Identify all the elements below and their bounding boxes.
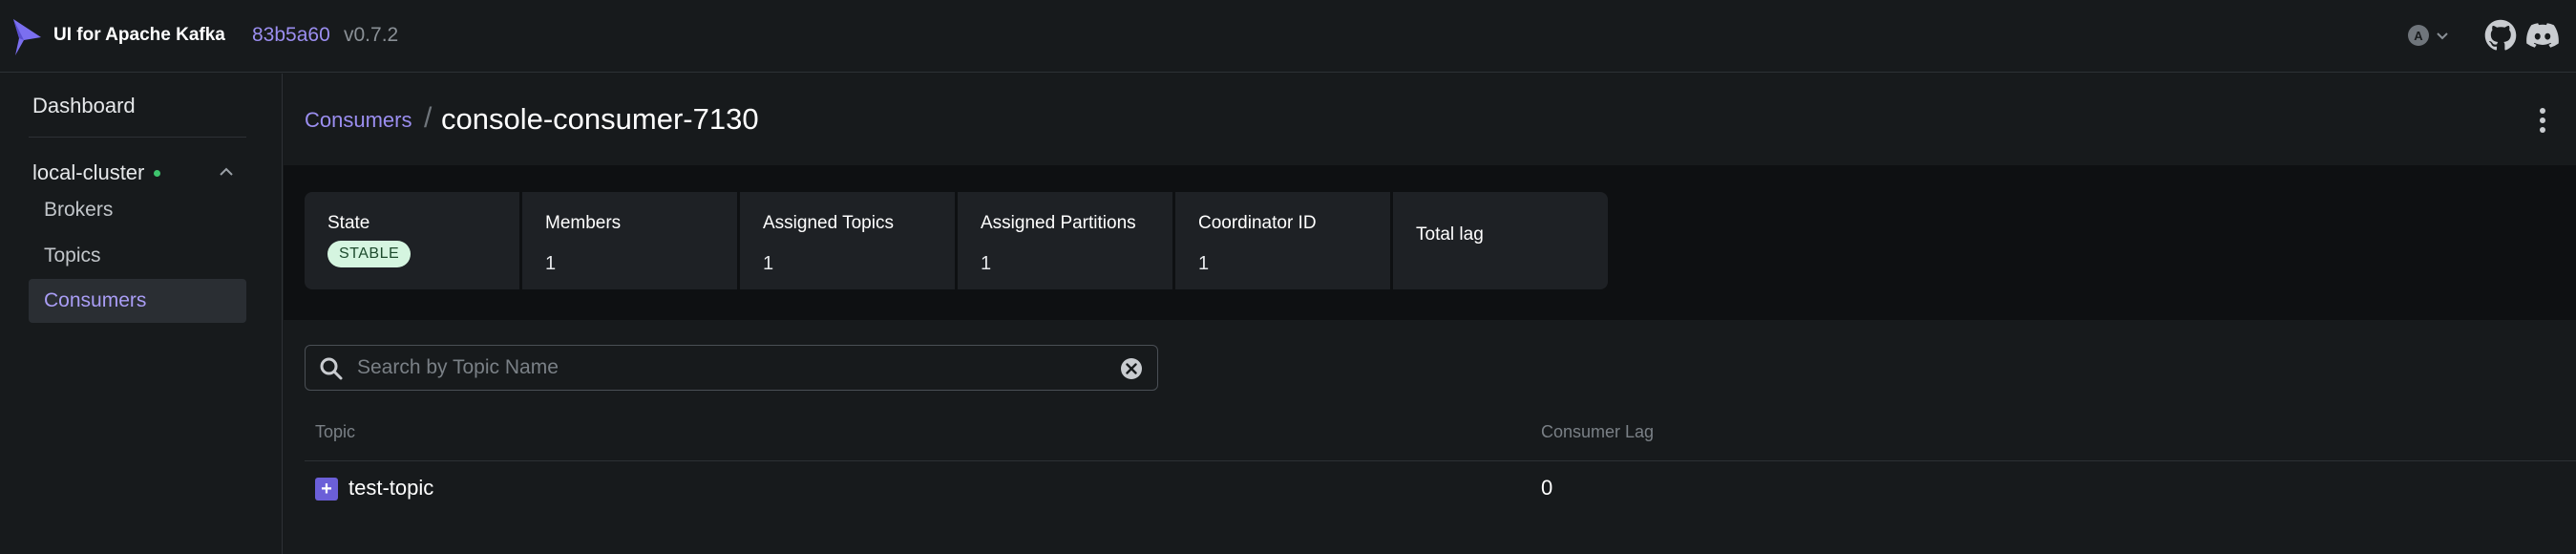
- search-input[interactable]: [357, 348, 1102, 388]
- page-title: console-consumer-7130: [441, 102, 759, 136]
- main-content: Consumers / console-consumer-7130 State …: [284, 74, 2576, 554]
- expand-row-icon[interactable]: +: [315, 478, 338, 501]
- clear-search-icon[interactable]: [1119, 356, 1144, 381]
- column-header-topic[interactable]: Topic: [315, 422, 355, 442]
- app-title[interactable]: UI for Apache Kafka: [53, 25, 225, 46]
- metric-total-lag: Total lag: [1393, 192, 1608, 289]
- metric-label: Total lag: [1416, 224, 1484, 245]
- metric-state: State STABLE: [305, 192, 519, 289]
- sidebar-item-dashboard[interactable]: Dashboard: [29, 83, 246, 129]
- metric-value: 1: [1198, 253, 1210, 274]
- page-header: Consumers / console-consumer-7130: [284, 74, 2576, 165]
- consumer-lag-cell: 0: [1541, 476, 1553, 500]
- sidebar: Dashboard local-cluster Brokers Topics C…: [0, 74, 283, 554]
- github-icon[interactable]: [2484, 19, 2517, 52]
- sidebar-item-brokers[interactable]: Brokers: [29, 188, 246, 232]
- theme-switch[interactable]: A: [2408, 19, 2461, 52]
- logo-icon[interactable]: [10, 17, 44, 57]
- discord-icon[interactable]: [2526, 19, 2559, 52]
- metric-coordinator-id: Coordinator ID 1: [1175, 192, 1390, 289]
- topic-name-cell[interactable]: test-topic: [348, 476, 433, 501]
- metric-value: 1: [545, 253, 557, 274]
- metric-assigned-topics: Assigned Topics 1: [740, 192, 955, 289]
- metric-label: Coordinator ID: [1198, 213, 1317, 233]
- more-options-icon[interactable]: [2529, 104, 2556, 137]
- search-box: [305, 345, 1158, 391]
- metric-value: 1: [981, 253, 992, 274]
- metric-label: Assigned Topics: [763, 213, 894, 233]
- top-navbar: UI for Apache Kafka 83b5a60 v0.7.2 A: [0, 0, 2576, 73]
- metric-label: State: [327, 213, 370, 233]
- chevron-down-icon: [2437, 32, 2448, 40]
- column-header-consumer-lag[interactable]: Consumer Lag: [1541, 422, 1654, 442]
- chevron-up-icon[interactable]: [216, 161, 237, 182]
- sidebar-item-topics[interactable]: Topics: [29, 234, 246, 278]
- search-icon: [320, 357, 343, 380]
- status-badge: STABLE: [327, 241, 412, 267]
- sidebar-divider: [29, 137, 246, 138]
- cluster-status-dot: [154, 169, 161, 177]
- sidebar-item-consumers[interactable]: Consumers: [29, 279, 246, 323]
- metric-value: 1: [763, 253, 774, 274]
- metric-label: Members: [545, 213, 622, 233]
- table-row: + test-topic 0: [305, 461, 2576, 519]
- breadcrumb-separator: /: [424, 102, 433, 134]
- breadcrumb-consumers-link[interactable]: Consumers: [305, 108, 412, 133]
- cluster-name: local-cluster: [32, 160, 145, 184]
- metric-label: Assigned Partitions: [981, 213, 1136, 233]
- metric-assigned-partitions: Assigned Partitions 1: [958, 192, 1172, 289]
- theme-icon: A: [2408, 25, 2429, 46]
- version-hash-link[interactable]: 83b5a60: [252, 24, 330, 47]
- version-tag: v0.7.2: [344, 24, 399, 46]
- metric-members: Members 1: [522, 192, 737, 289]
- metrics-panel: State STABLE Members 1 Assigned Topics 1…: [284, 165, 2576, 320]
